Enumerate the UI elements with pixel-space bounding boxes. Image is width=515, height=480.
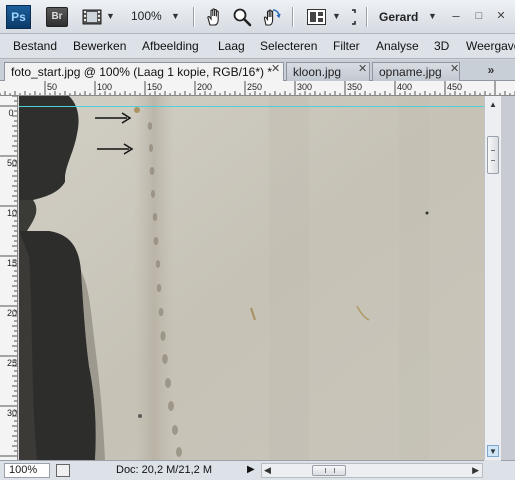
zoom-tool-icon[interactable]	[232, 7, 252, 27]
screen-mode-icon[interactable]	[350, 7, 358, 27]
vertical-ruler[interactable]: 0 50 100 150 200 250 300	[0, 96, 18, 460]
zoom-level-value: 100%	[131, 9, 162, 23]
ruler-label: 250	[7, 358, 18, 368]
ruler-label: 250	[247, 82, 263, 92]
tab-label: foto_start.jpg @ 100% (Laag 1 kopie, RGB…	[11, 65, 272, 79]
photo-image	[19, 96, 484, 460]
close-tab-icon[interactable]: ✕	[271, 62, 280, 75]
close-tab-icon[interactable]: ✕	[358, 62, 367, 75]
status-menu-icon[interactable]	[56, 464, 70, 477]
menu-bewerken[interactable]: Bewerken	[73, 39, 126, 53]
chevron-down-icon[interactable]: ▼	[428, 11, 437, 21]
chevron-down-icon[interactable]: ▼	[171, 11, 180, 21]
rotate-view-icon[interactable]	[261, 7, 281, 27]
tabs-overflow-button[interactable]: »	[477, 63, 505, 79]
workspace-name: Gerard	[379, 10, 419, 24]
ruler-label: 100	[7, 208, 18, 218]
status-zoom-field[interactable]: 100%	[4, 463, 50, 478]
document-size-info: Doc: 20,2 M/21,2 M	[116, 464, 212, 476]
photoshop-logo: Ps	[6, 5, 31, 29]
arrange-documents-icon[interactable]	[307, 9, 326, 25]
ruler-label: 400	[397, 82, 413, 92]
status-bar: 100% Doc: 20,2 M/21,2 M ▶ ◀ ▶	[0, 460, 515, 480]
document-canvas[interactable]	[19, 96, 484, 460]
ruler-label: 350	[347, 82, 363, 92]
menu-selecteren[interactable]: Selecteren	[260, 39, 317, 53]
chevron-down-icon[interactable]: ▼	[106, 11, 115, 21]
separator	[366, 7, 367, 27]
ruler-label: 200	[7, 308, 18, 318]
menu-3d[interactable]: 3D	[434, 39, 449, 53]
ruler-label: 300	[297, 82, 313, 92]
ruler-label: 50	[47, 82, 58, 92]
ruler-label: 150	[147, 82, 163, 92]
separator	[193, 7, 194, 27]
guide-line[interactable]	[19, 106, 484, 107]
menu-analyse[interactable]: Analyse	[376, 39, 419, 53]
application-bar: Ps Br ▼ 100% ▼ ▼ Gerard ▼ – □ ✕	[0, 0, 515, 34]
scroll-right-icon[interactable]: ▶	[472, 464, 479, 477]
horizontal-ruler[interactable]: 50 100 150 200 250 300 350 400 450	[0, 81, 515, 96]
scroll-left-icon[interactable]: ◀	[264, 464, 271, 477]
horizontal-scrollbar[interactable]: ◀ ▶	[261, 463, 483, 478]
film-strip-icon[interactable]	[82, 9, 102, 25]
tab-foto-start[interactable]: foto_start.jpg @ 100% (Laag 1 kopie, RGB…	[4, 62, 284, 81]
scroll-up-icon[interactable]: ▲	[487, 99, 499, 111]
restore-button[interactable]: □	[472, 9, 486, 23]
ruler-label: 450	[447, 82, 463, 92]
horizontal-scroll-thumb[interactable]	[312, 465, 346, 476]
separator	[292, 7, 293, 27]
vertical-scroll-thumb[interactable]	[487, 136, 499, 174]
tab-label: opname.jpg	[379, 65, 442, 79]
menu-afbeelding[interactable]: Afbeelding	[142, 39, 199, 53]
ruler-ticks	[0, 96, 17, 457]
status-info-menu-icon[interactable]: ▶	[247, 464, 255, 475]
ruler-label: 0	[8, 108, 14, 118]
menu-filter[interactable]: Filter	[333, 39, 360, 53]
vertical-scrollbar[interactable]: ▲ ▼	[484, 96, 501, 460]
arrow-right-icon	[95, 112, 132, 124]
scroll-down-icon[interactable]: ▼	[487, 445, 499, 457]
ruler-label: 100	[97, 82, 113, 92]
document-tab-bar: foto_start.jpg @ 100% (Laag 1 kopie, RGB…	[0, 60, 515, 81]
workspace-switcher[interactable]: Gerard	[379, 10, 418, 24]
menu-bar: Bestand Bewerken Afbeelding Laag Selecte…	[0, 34, 515, 59]
hand-tool-icon[interactable]	[204, 7, 224, 27]
tab-opname[interactable]: opname.jpg	[372, 62, 460, 81]
close-button[interactable]: ✕	[494, 9, 508, 23]
bridge-button[interactable]: Br	[46, 7, 68, 27]
menu-bestand[interactable]: Bestand	[13, 39, 57, 53]
close-tab-icon[interactable]: ✕	[450, 62, 459, 75]
arrow-right-icon	[97, 143, 134, 155]
panel-gutter	[501, 96, 515, 460]
minimize-button[interactable]: –	[449, 9, 463, 23]
chevron-down-icon[interactable]: ▼	[332, 11, 341, 21]
ruler-label: 50	[7, 158, 18, 168]
menu-laag[interactable]: Laag	[218, 39, 245, 53]
ruler-label: 300	[7, 408, 18, 418]
scroll-corner	[484, 460, 501, 480]
ruler-label: 150	[7, 258, 18, 268]
ruler-label: 200	[197, 82, 213, 92]
tab-label: kloon.jpg	[293, 65, 342, 79]
menu-weergave[interactable]: Weergave	[466, 39, 515, 53]
